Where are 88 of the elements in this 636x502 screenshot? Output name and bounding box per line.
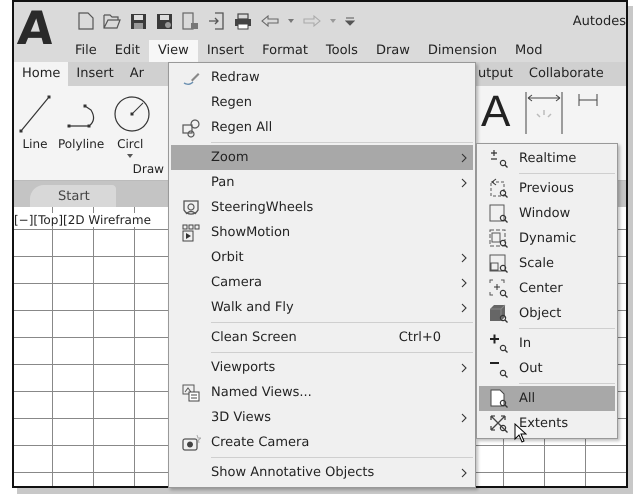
- export-icon: [182, 12, 199, 30]
- menu-item[interactable]: Zoom: [171, 145, 473, 170]
- menu-item[interactable]: Out: [479, 356, 615, 381]
- camera-icon: [181, 432, 201, 452]
- app-logo[interactable]: A: [16, 5, 64, 43]
- zoom-extents-icon: [488, 412, 510, 434]
- tool-label[interactable]: Polyline: [58, 137, 104, 151]
- dropdown-caret-icon: [288, 18, 294, 24]
- menu-item[interactable]: Realtime: [479, 146, 615, 171]
- menu-item[interactable]: Create Camera: [171, 430, 473, 455]
- menu-item[interactable]: Named Views...: [171, 380, 473, 405]
- menu-bar-item[interactable]: View: [148, 40, 198, 62]
- save-icon: [130, 12, 147, 30]
- chevron-icon: [460, 178, 468, 188]
- menu-item[interactable]: Scale: [479, 251, 615, 276]
- multiline-text-glyph[interactable]: A: [481, 90, 510, 134]
- menu-item[interactable]: Regen: [171, 90, 473, 115]
- menu-item[interactable]: Previous: [479, 176, 615, 201]
- zoom-scale-icon: [488, 252, 510, 274]
- menu-item[interactable]: Window: [479, 201, 615, 226]
- zoom-in-icon: [488, 332, 510, 354]
- new-file-icon: [78, 12, 94, 30]
- menu-bar-item[interactable]: Mod: [506, 40, 552, 62]
- menu-item[interactable]: ShowMotion: [171, 220, 473, 245]
- menu-item[interactable]: Viewports: [171, 355, 473, 380]
- menu-item[interactable]: In: [479, 331, 615, 356]
- menu-item[interactable]: Pan: [171, 170, 473, 195]
- document-tab[interactable]: Start: [30, 185, 116, 207]
- line-icon: [18, 94, 52, 134]
- redo-icon: [303, 14, 321, 28]
- menu-bar-item[interactable]: Insert: [198, 40, 254, 62]
- menu-item[interactable]: Extents: [479, 411, 615, 436]
- print-icon: [234, 12, 252, 30]
- menu-item[interactable]: Dynamic: [479, 226, 615, 251]
- menu-bar-item[interactable]: Draw: [366, 40, 419, 62]
- menu-item[interactable]: Redraw: [171, 65, 473, 90]
- dropdown-caret-icon: [127, 154, 134, 159]
- chevron-icon: [460, 362, 468, 372]
- menu-item[interactable]: SteeringWheels: [171, 195, 473, 220]
- menu-item[interactable]: Regen All: [171, 115, 473, 140]
- zoom-center-icon: [488, 278, 510, 300]
- menu-bar-item[interactable]: File: [66, 40, 106, 62]
- chevron-icon: [460, 152, 468, 162]
- viewport-label[interactable]: [−][Top][2D Wireframe: [14, 213, 151, 227]
- chevron-icon: [460, 468, 468, 478]
- zoom-object-icon: [488, 302, 510, 324]
- zoom-realtime-icon: [488, 148, 510, 170]
- menu-item[interactable]: Clean Screen Ctrl+0: [171, 325, 473, 350]
- ribbon-tab[interactable]: Insert: [68, 62, 122, 86]
- menu-bar-item[interactable]: Tools: [316, 40, 367, 62]
- tool-label[interactable]: Circl: [117, 137, 144, 151]
- window-title: Autodes: [572, 14, 626, 28]
- menu-bar-item[interactable]: Format: [253, 40, 317, 62]
- save-as-icon: [156, 12, 173, 30]
- ribbon-tab[interactable]: Home: [14, 62, 68, 86]
- shortcut-label: Ctrl+0: [398, 330, 441, 345]
- menu-bar-item[interactable]: Dimension: [418, 40, 506, 62]
- menu-item[interactable]: Orbit: [171, 245, 473, 270]
- menu-item[interactable]: Camera: [171, 270, 473, 295]
- open-folder-icon: [103, 13, 121, 29]
- steering-wheel-icon: [181, 198, 201, 218]
- customize-icon: [345, 16, 355, 26]
- film-icon: [181, 222, 201, 242]
- panel-title: Draw: [132, 162, 165, 178]
- undo-icon: [261, 14, 279, 28]
- menu-item[interactable]: Center: [479, 276, 615, 301]
- import-icon: [208, 12, 225, 30]
- tool-label[interactable]: Line: [22, 137, 48, 151]
- chevron-icon: [460, 412, 468, 422]
- ribbon-tab[interactable]: Ar: [122, 62, 152, 86]
- dropdown-caret-icon: [330, 18, 336, 24]
- ribbon-tab[interactable]: Collaborate: [520, 62, 612, 86]
- chevron-icon: [460, 252, 468, 262]
- menu-item[interactable]: 3D Views: [171, 405, 473, 430]
- dimension-icon: [524, 90, 564, 136]
- menu-item[interactable]: Walk and Fly: [171, 295, 473, 320]
- chevron-icon: [460, 278, 468, 288]
- menu-item[interactable]: Object: [479, 301, 615, 326]
- menu-item[interactable]: Show Annotative Objects: [171, 460, 473, 485]
- chevron-icon: [460, 302, 468, 312]
- zoom-previous-icon: [488, 178, 510, 200]
- menu-item[interactable]: All: [479, 386, 615, 411]
- regen-all-icon: [181, 118, 201, 138]
- menu-bar-item[interactable]: Edit: [106, 40, 149, 62]
- zoom-all-icon: [488, 388, 510, 410]
- zoom-window-icon: [488, 202, 510, 224]
- named-views-icon: [181, 382, 201, 402]
- zoom-dynamic-icon: [488, 228, 510, 250]
